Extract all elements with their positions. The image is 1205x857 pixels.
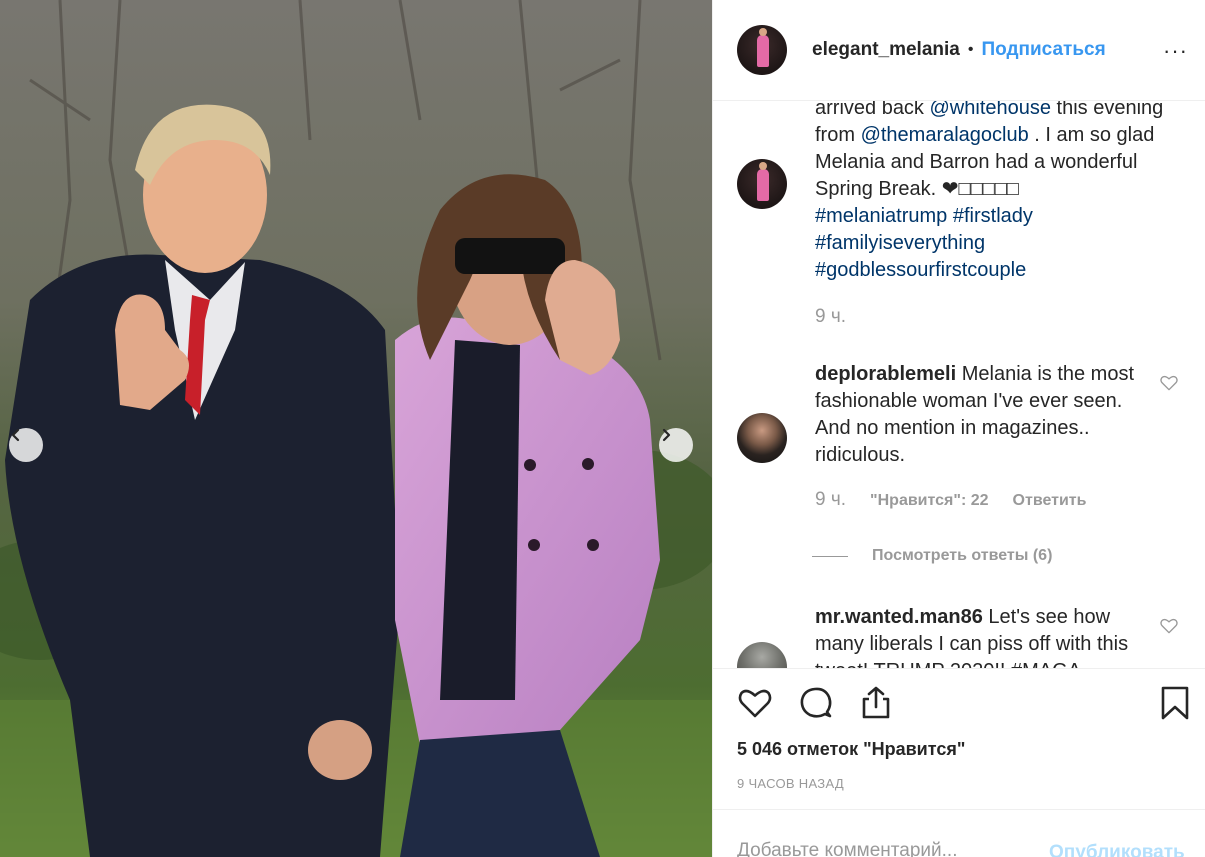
post-timestamp[interactable]: 9 ЧАСОВ НАЗАД [737,776,844,791]
comment-meta: 9 ч. "Нравится": 22 Ответить [815,489,1086,511]
comment-input[interactable] [737,840,1037,857]
post-actions: 5 046 отметок "Нравится" 9 ЧАСОВ НАЗАД [713,668,1205,809]
likes-count[interactable]: 5 046 отметок "Нравится" [737,739,965,760]
comment-timestamp[interactable]: 9 ч. [815,489,846,511]
photo-illustration [0,0,712,857]
header-separator: • [967,41,974,58]
next-photo-button[interactable] [659,428,693,462]
commenter-username[interactable]: deplorablemeli [815,363,956,385]
heart-icon[interactable] [737,685,773,721]
commenter-username[interactable]: mr.wanted.man86 [815,606,983,628]
publish-button[interactable]: Опубликовать [1049,842,1185,857]
post-header: elegant_melania • Подписаться ··· [713,0,1205,101]
commenter-avatar[interactable] [737,642,787,668]
reply-button[interactable]: Ответить [1013,492,1087,510]
comment-heart-icon[interactable] [1159,616,1179,636]
hashtag-link[interactable]: #firstlady [953,205,1033,227]
share-icon[interactable] [858,685,894,721]
hashtag-link[interactable]: #familyiseverything [815,232,985,254]
commenter-avatar[interactable] [737,413,787,463]
comment-likes[interactable]: "Нравится": 22 [870,492,989,510]
chevron-left-icon [11,428,20,442]
caption-line: Melania and Barron had a wonderful [815,151,1138,173]
caption-timestamp[interactable]: 9 ч. [815,306,846,328]
hashtag-link[interactable]: #melaniatrump [815,205,947,227]
author-username[interactable]: elegant_melania [812,39,960,61]
divider [812,555,848,557]
hashtag-link[interactable]: #godblessourfirstcouple [815,259,1026,281]
bookmark-icon[interactable] [1157,685,1193,721]
follow-button[interactable]: Подписаться [981,39,1105,61]
post-side-panel: elegant_melania • Подписаться ··· arrive… [712,0,1205,857]
add-comment-bar: Опубликовать [713,809,1205,857]
view-replies-label: Посмотреть ответы (6) [872,547,1053,564]
comments-list[interactable]: arrived back @whitehouse this evening fr… [713,101,1205,668]
comment-body: deplorablemeli Melania is the most fashi… [815,361,1145,469]
mention-link[interactable]: @whitehouse [930,101,1051,119]
comment-body: mr.wanted.man86 Let's see how many liber… [815,604,1145,668]
author-avatar[interactable] [737,25,787,75]
comment-icon[interactable] [798,685,834,721]
view-replies-button[interactable]: Посмотреть ответы (6) [812,547,1052,565]
post-photo[interactable] [0,0,712,857]
post-caption: arrived back @whitehouse this evening fr… [815,101,1185,284]
prev-photo-button[interactable] [9,428,43,462]
comment-heart-icon[interactable] [1159,373,1179,393]
mention-link[interactable]: @themaralagoclub [861,124,1029,146]
caption-line: from @themaralagoclub . I am so glad [815,124,1155,146]
caption-line: arrived back @whitehouse this evening [815,101,1185,122]
caption-avatar[interactable] [737,159,787,209]
chevron-right-icon [662,428,671,442]
more-icon[interactable]: ··· [1163,38,1188,64]
caption-line: Spring Break. ❤□□□□□ [815,178,1019,200]
